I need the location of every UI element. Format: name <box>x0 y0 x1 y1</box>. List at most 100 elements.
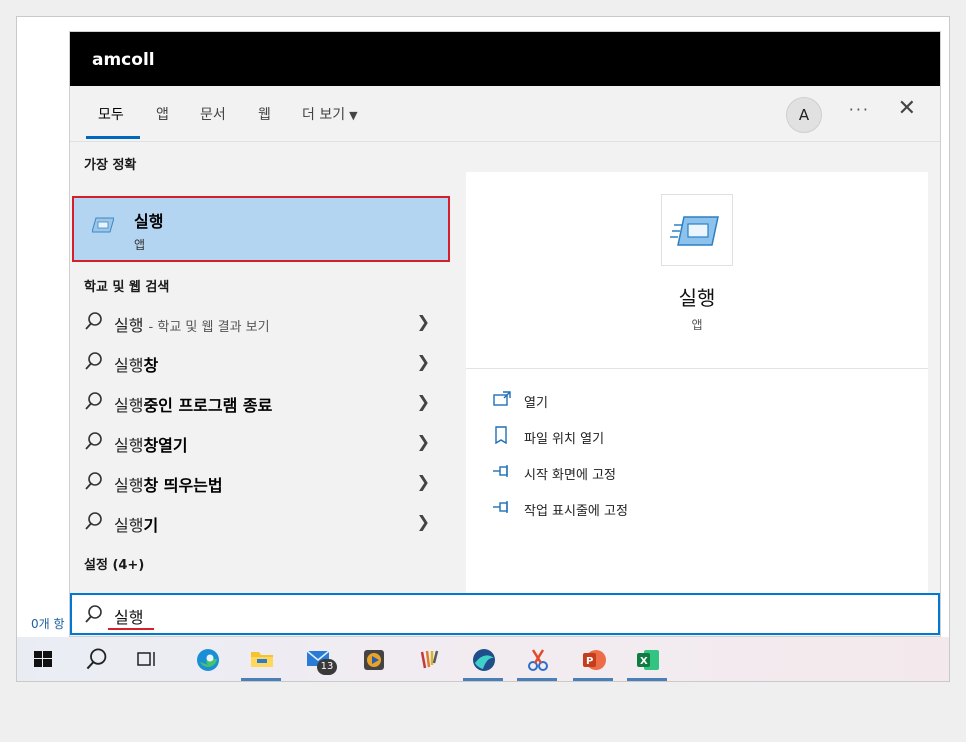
account-avatar[interactable]: A <box>786 97 822 133</box>
running-indicator <box>517 678 557 681</box>
windows-icon <box>34 651 52 667</box>
action-open-file-location[interactable]: 파일 위치 열기 <box>492 424 792 450</box>
web-result-item[interactable]: 실행중인 프로그램 종료 ❯ <box>70 382 452 422</box>
active-tab-indicator <box>86 136 140 139</box>
web-result-label: 실행중인 프로그램 종료 <box>114 396 273 415</box>
chevron-right-icon: ❯ <box>416 512 430 531</box>
tab-web[interactable]: 웹 <box>258 104 271 124</box>
chevron-right-icon: ❯ <box>416 312 430 331</box>
taskbar-app-explorer[interactable] <box>239 637 283 681</box>
action-pin-to-start[interactable]: 시작 화면에 고정 <box>492 460 792 486</box>
best-match-subtitle: 앱 <box>134 238 146 252</box>
best-match-header: 가장 정확 <box>84 158 137 173</box>
search-icon <box>86 648 107 670</box>
chevron-right-icon: ❯ <box>416 392 430 411</box>
background-item-count: 0개 항 <box>31 617 65 631</box>
tab-apps[interactable]: 앱 <box>156 104 169 124</box>
web-result-label: 실행기 <box>114 516 159 535</box>
task-view-button[interactable] <box>125 637 169 681</box>
search-icon <box>85 605 102 623</box>
mail-badge: 13 <box>317 659 337 675</box>
more-options-button[interactable]: ··· <box>849 100 870 119</box>
search-icon <box>85 312 102 330</box>
action-label: 파일 위치 열기 <box>524 432 605 447</box>
file-location-icon <box>495 426 507 444</box>
powerpoint-icon: P <box>583 650 606 670</box>
excel-icon: X <box>637 650 659 670</box>
web-result-label: 실행창 띄우는법 <box>114 476 223 495</box>
folder-icon <box>251 652 273 667</box>
chevron-right-icon: ❯ <box>416 472 430 491</box>
running-indicator <box>241 678 281 681</box>
detail-subtitle: 앱 <box>691 318 703 332</box>
action-open[interactable]: 열기 <box>492 388 792 414</box>
web-result-label: 실행창열기 <box>114 436 188 455</box>
search-icon <box>85 472 102 490</box>
running-indicator <box>463 678 503 681</box>
taskbar-app-snipping[interactable] <box>515 637 559 681</box>
pin-icon <box>493 465 508 477</box>
detail-divider <box>466 368 928 369</box>
taskbar-app-powerpoint[interactable]: P <box>571 637 615 681</box>
web-result-item[interactable]: 실행창열기 ❯ <box>70 422 452 462</box>
filter-tabs: 모두 앱 문서 웹 더 보기 ▼ A ··· ✕ <box>70 86 940 142</box>
taskbar: 13 P X <box>17 637 949 681</box>
action-label: 시작 화면에 고정 <box>524 468 616 483</box>
taskbar-app-excel[interactable]: X <box>625 637 669 681</box>
detail-app-icon <box>661 194 733 266</box>
desktop-frame: 0개 항 amcoll 모두 앱 문서 웹 더 보기 ▼ A ··· ✕ 가장 정… <box>16 16 950 682</box>
web-result-item[interactable]: 실행 - 학교 및 웹 결과 보기 ❯ <box>70 302 452 342</box>
search-icon <box>85 352 102 370</box>
taskbar-app-pencil[interactable] <box>407 637 451 681</box>
pin-icon <box>493 501 508 513</box>
spellcheck-underline <box>108 628 154 630</box>
taskbar-app-mail[interactable]: 13 <box>295 637 339 681</box>
tab-more[interactable]: 더 보기 ▼ <box>302 104 358 124</box>
search-icon <box>85 432 102 450</box>
search-icon <box>85 392 102 410</box>
svg-text:X: X <box>640 656 648 667</box>
taskbar-search-button[interactable] <box>75 637 119 681</box>
action-label: 열기 <box>524 396 548 411</box>
running-indicator <box>573 678 613 681</box>
best-match-item[interactable]: 실행 앱 <box>72 196 450 262</box>
tab-all[interactable]: 모두 <box>98 104 124 124</box>
web-result-item[interactable]: 실행기 ❯ <box>70 502 452 542</box>
edge-icon <box>197 649 219 671</box>
open-icon <box>493 391 511 406</box>
stripes-app-icon <box>420 650 439 669</box>
run-app-icon <box>670 216 719 246</box>
search-icon <box>85 512 102 530</box>
detail-title: 실행 <box>678 286 716 310</box>
web-search-header: 학교 및 웹 검색 <box>84 280 170 295</box>
web-result-label: 실행 - 학교 및 웹 결과 보기 <box>114 316 270 335</box>
svg-text:P: P <box>586 656 593 667</box>
detail-pane: 실행 앱 열기 파일 위치 열기 시작 화면에 고정 작업 표시줄에 고정 <box>466 172 928 610</box>
start-button[interactable] <box>21 637 65 681</box>
run-app-icon <box>92 217 114 233</box>
menu-title: amcoll <box>70 32 940 86</box>
chevron-down-icon: ▼ <box>349 109 358 122</box>
tab-more-label: 더 보기 <box>302 107 346 123</box>
taskbar-app-whale[interactable] <box>461 637 505 681</box>
tab-documents[interactable]: 문서 <box>200 104 226 124</box>
chevron-right-icon: ❯ <box>416 432 430 451</box>
web-result-item[interactable]: 실행창 띄우는법 ❯ <box>70 462 452 502</box>
action-label: 작업 표시줄에 고정 <box>524 504 628 519</box>
search-input-value[interactable]: 실행 <box>114 604 143 628</box>
web-result-label: 실행창 <box>114 356 159 375</box>
browser-whale-icon <box>473 649 495 671</box>
settings-header[interactable]: 설정 (4+) <box>84 554 144 573</box>
close-button[interactable]: ✕ <box>898 96 916 121</box>
start-menu: amcoll 모두 앱 문서 웹 더 보기 ▼ A ··· ✕ 가장 정확 실행 … <box>69 31 941 637</box>
task-view-icon <box>137 652 155 666</box>
scissors-icon <box>528 649 548 671</box>
action-pin-to-taskbar[interactable]: 작업 표시줄에 고정 <box>492 496 792 522</box>
best-match-title: 실행 <box>134 212 164 231</box>
taskbar-app-edge[interactable] <box>185 637 229 681</box>
taskbar-search-box[interactable]: 실행 <box>70 593 940 635</box>
web-result-item[interactable]: 실행창 ❯ <box>70 342 452 382</box>
chevron-right-icon: ❯ <box>416 352 430 371</box>
media-player-icon <box>364 650 384 670</box>
taskbar-app-media[interactable] <box>351 637 395 681</box>
